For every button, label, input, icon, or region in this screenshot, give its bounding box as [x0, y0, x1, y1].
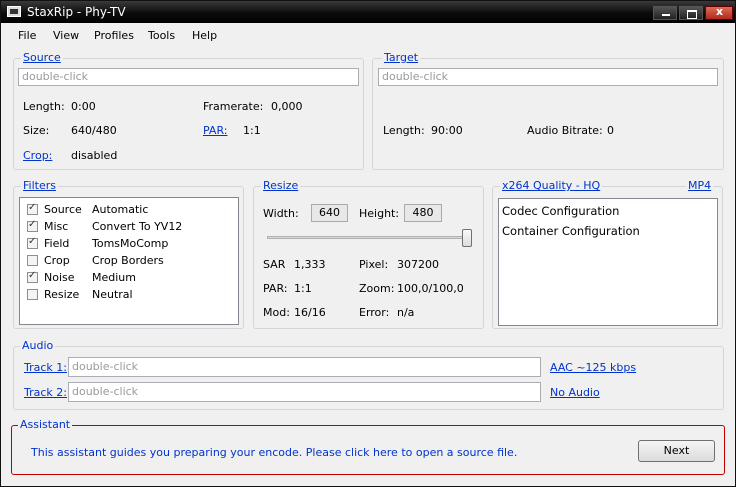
width-value-box[interactable]: 640 [311, 204, 348, 222]
filter-name[interactable]: Neutral [92, 288, 133, 301]
target-bitrate-label: Audio Bitrate: [527, 124, 603, 137]
filter-name[interactable]: Crop Borders [92, 254, 164, 267]
menu-tools[interactable]: Tools [148, 29, 175, 42]
source-size-value: 640/480 [71, 124, 117, 137]
menu-file[interactable]: File [18, 29, 36, 42]
filter-category[interactable]: Field [44, 237, 69, 250]
filters-title-link[interactable]: Filters [21, 179, 58, 192]
container-configuration-item[interactable]: Container Configuration [502, 224, 640, 238]
menu-bar: File View Profiles Tools Help [1, 24, 735, 46]
assistant-title: Assistant [18, 418, 73, 431]
filter-checkbox[interactable] [27, 255, 38, 266]
error-value: n/a [397, 306, 415, 319]
filter-category[interactable]: Resize [44, 288, 79, 301]
next-button[interactable]: Next [638, 440, 715, 462]
source-size-label: Size: [23, 124, 50, 137]
filter-checkbox[interactable] [27, 236, 38, 249]
resize-par-label: PAR: [263, 282, 288, 295]
zoom-value: 100,0/100,0 [397, 282, 464, 295]
assistant-message[interactable]: This assistant guides you preparing your… [31, 446, 517, 459]
target-file-input[interactable]: double-click [378, 68, 718, 86]
menu-profiles[interactable]: Profiles [94, 29, 134, 42]
height-value-box[interactable]: 480 [404, 204, 442, 222]
encoder-profile-link[interactable]: x264 Quality - HQ [500, 179, 603, 192]
height-label: Height: [359, 207, 400, 220]
resize-group: Resize Width: 640 Height: 480 SAR 1,333 … [253, 179, 484, 329]
encoder-config-list: Codec Configuration Container Configurat… [498, 198, 718, 326]
filter-name[interactable]: Convert To YV12 [92, 220, 182, 233]
filter-name[interactable]: TomsMoComp [92, 237, 168, 250]
codec-configuration-item[interactable]: Codec Configuration [502, 204, 619, 218]
zoom-label: Zoom: [359, 282, 395, 295]
source-file-input[interactable]: double-click [18, 68, 359, 86]
source-crop-value: disabled [71, 149, 118, 162]
filter-category[interactable]: Misc [44, 220, 68, 233]
filter-checkbox[interactable] [27, 289, 38, 300]
resize-title-link[interactable]: Resize [261, 179, 301, 192]
track1-file-input[interactable]: double-click [68, 357, 541, 377]
minimize-button[interactable] [653, 6, 677, 20]
audio-title: Audio [20, 339, 56, 352]
width-label: Width: [263, 207, 299, 220]
assistant-group: Assistant This assistant guides you prep… [11, 418, 725, 475]
resize-slider-track[interactable] [267, 236, 472, 239]
filter-name[interactable]: Medium [92, 271, 136, 284]
filters-group: Filters Source Automatic Misc Convert To YV… [13, 179, 244, 329]
mod-label: Mod: [263, 306, 290, 319]
app-icon [7, 6, 21, 17]
source-framerate-label: Framerate: [203, 100, 264, 113]
menu-view[interactable]: View [53, 29, 79, 42]
close-button[interactable] [705, 5, 733, 20]
filter-name[interactable]: Automatic [92, 203, 148, 216]
title-bar[interactable]: StaxRip - Phy-TV [1, 1, 735, 23]
maximize-button[interactable] [679, 6, 703, 20]
filter-category[interactable]: Crop [44, 254, 70, 267]
target-bitrate-value: 0 [607, 124, 614, 137]
source-par-value: 1:1 [243, 124, 261, 137]
source-framerate-value: 0,000 [271, 100, 303, 113]
window-title: StaxRip - Phy-TV [27, 5, 126, 19]
sar-label: SAR [263, 258, 286, 271]
filter-category[interactable]: Source [44, 203, 82, 216]
encoder-group: x264 Quality - HQ MP4 Codec Configuratio… [492, 179, 723, 329]
track2-profile-link[interactable]: No Audio [550, 386, 600, 399]
track2-label-link[interactable]: Track 2: [24, 386, 67, 399]
source-length-label: Length: [23, 100, 65, 113]
target-length-label: Length: [383, 124, 425, 137]
container-profile-link[interactable]: MP4 [686, 179, 714, 192]
mod-value: 16/16 [294, 306, 326, 319]
source-group: Source double-click Length: 0:00 Framera… [13, 51, 364, 170]
filter-checkbox[interactable] [27, 202, 38, 215]
filter-checkbox[interactable] [27, 270, 38, 283]
target-group: Target double-click Length: 90:00 Audio … [372, 51, 724, 170]
source-length-value: 0:00 [71, 100, 96, 113]
pixel-label: Pixel: [359, 258, 389, 271]
filter-category[interactable]: Noise [44, 271, 75, 284]
track1-profile-link[interactable]: AAC ~125 kbps [550, 361, 636, 374]
audio-group: Audio Track 1: double-click AAC ~125 kbp… [13, 339, 724, 410]
filters-list: Source Automatic Misc Convert To YV12 Field T… [19, 197, 239, 325]
error-label: Error: [359, 306, 390, 319]
source-crop-link[interactable]: Crop: [23, 149, 52, 162]
resize-par-value: 1:1 [294, 282, 312, 295]
sar-value: 1,333 [294, 258, 326, 271]
pixel-value: 307200 [397, 258, 439, 271]
target-length-value: 90:00 [431, 124, 463, 137]
target-title-link[interactable]: Target [382, 51, 421, 64]
menu-help[interactable]: Help [192, 29, 217, 42]
resize-slider-thumb[interactable] [462, 229, 472, 247]
track2-file-input[interactable]: double-click [68, 382, 541, 402]
track1-label-link[interactable]: Track 1: [24, 361, 67, 374]
source-par-link[interactable]: PAR: [203, 124, 227, 137]
filter-checkbox[interactable] [27, 219, 38, 232]
source-title-link[interactable]: Source [21, 51, 63, 64]
main-window: StaxRip - Phy-TV File View Profiles Tool… [0, 0, 736, 487]
